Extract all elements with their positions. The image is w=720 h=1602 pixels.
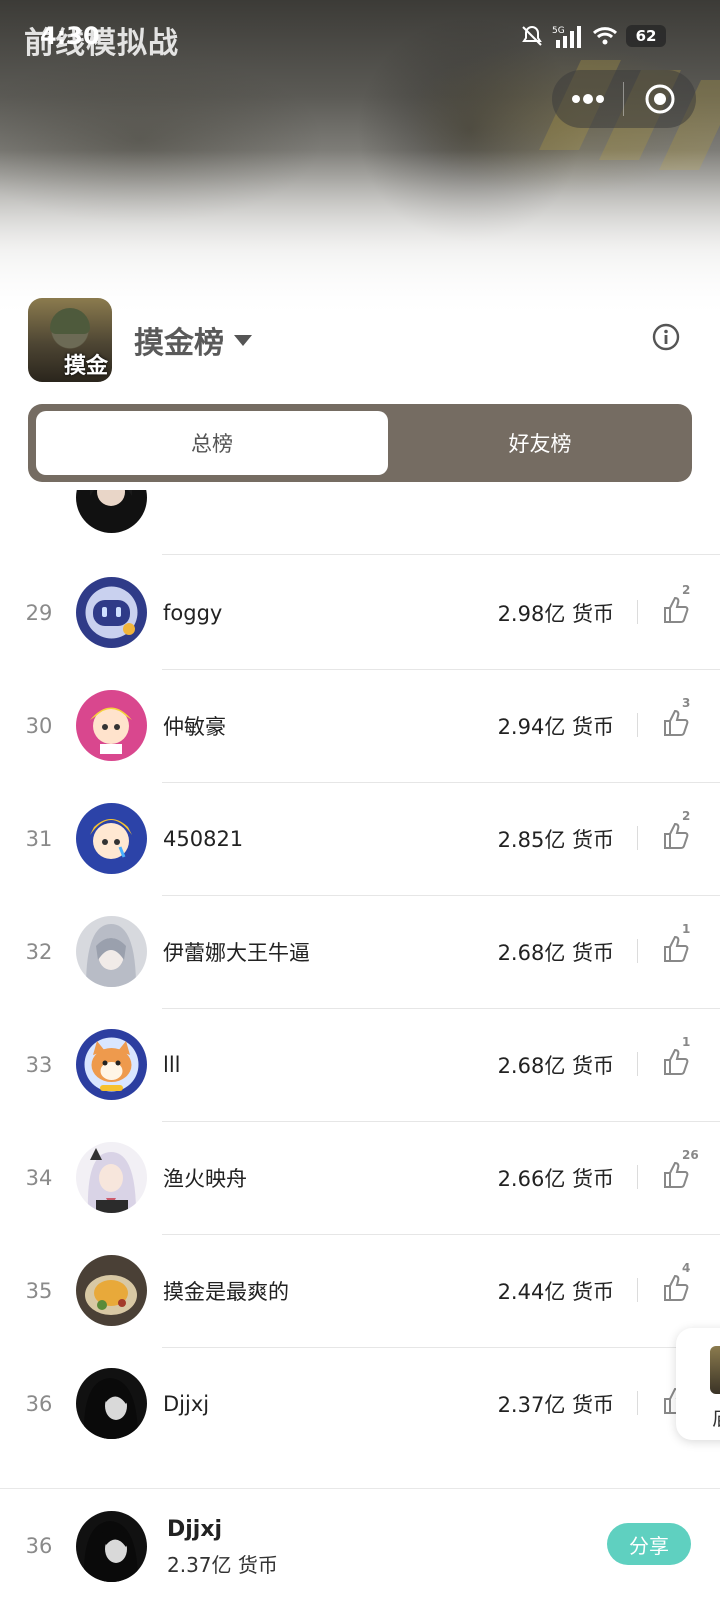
game-logo-text: 摸金 [63,354,108,379]
tab-overall[interactable]: 总榜 [36,411,388,475]
my-rank-bar: 36 Djjxj 2.37亿 货币 分享 [0,1488,720,1602]
leaderboard-row[interactable]: 31 450821 2.85亿 货币 2 [0,781,720,896]
leaderboard-row[interactable]: 34 渔火映舟 2.66亿 货币 26 [0,1120,720,1235]
user-score: 2.98亿 货币 [497,601,614,626]
rank-number: 29 [25,600,53,625]
thumbs-up-icon[interactable] [662,934,690,964]
score-divider [637,713,638,737]
user-score: 2.37亿 货币 [497,1392,614,1417]
like-count: 2 [682,583,691,597]
more-button[interactable] [552,70,623,128]
status-icons: 5G 62 [520,22,666,50]
user-avatar [76,577,147,648]
tab-friends[interactable]: 好友榜 [388,411,692,475]
close-button[interactable] [624,70,696,128]
leaderboard-row[interactable]: 32 伊蕾娜大王牛逼 2.68亿 货币 1 [0,894,720,1009]
leaderboard-tabs: 总榜 好友榜 [28,404,692,482]
thumbs-up-icon[interactable] [662,1047,690,1077]
rank-number: 32 [25,939,53,964]
rank-number: 35 [25,1278,53,1303]
score-divider [637,826,638,850]
score-divider [637,1165,638,1189]
user-score: 2.44亿 货币 [497,1279,614,1304]
user-avatar [76,690,147,761]
user-avatar [76,1029,147,1100]
user-avatar [76,916,147,987]
rank-number: 36 [25,1391,53,1416]
score-divider [637,600,638,624]
wifi-icon [592,27,618,45]
my-name: Djjxj [167,1517,223,1542]
rank-number: 31 [25,826,53,851]
user-score: 2.68亿 货币 [497,940,614,965]
like-count: 3 [682,696,691,710]
user-score: 2.85亿 货币 [497,827,614,852]
game-logo: 摸金 [28,298,112,382]
banner-fog [0,150,720,320]
caret-down-icon [234,334,252,346]
battery-level: 62 [635,27,657,45]
mini-program-capsule [552,70,696,128]
mute-bell-icon [522,25,542,46]
thumbs-up-icon[interactable] [662,708,690,738]
board-title: 摸金榜 [134,326,224,361]
user-name: 仲敏豪 [163,714,226,739]
thumbs-up-icon[interactable] [662,1273,690,1303]
rank-number: 34 [25,1165,53,1190]
battery-icon: 62 [626,25,666,47]
like-count: 1 [682,1035,691,1049]
thumbs-up-icon[interactable] [662,1160,690,1190]
like-count: 2 [682,809,691,823]
my-avatar [76,1511,147,1582]
user-name: Djjxj [163,1391,210,1416]
user-name: 伊蕾娜大王牛逼 [163,940,310,965]
leaderboard-row[interactable]: 33 lll 2.68亿 货币 1 [0,1007,720,1122]
like-count: 1 [682,922,691,936]
leaderboard-row[interactable]: 30 仲敏豪 2.94亿 货币 3 [0,668,720,783]
info-icon[interactable] [652,323,680,351]
score-divider [637,939,638,963]
leaderboard-row[interactable] [0,490,720,555]
network-label: 5G [552,26,565,36]
my-rank-number: 36 [25,1533,53,1558]
user-score: 2.66亿 货币 [497,1166,614,1191]
user-avatar [76,490,147,533]
score-divider [637,1278,638,1302]
soldier-helmet [50,308,90,334]
close-target-icon [645,84,675,114]
score-divider [637,1052,638,1076]
thumbs-up-icon[interactable] [662,595,690,625]
leaderboard-row[interactable]: 35 摸金是最爽的 2.44亿 货币 4 [0,1233,720,1348]
like-count: 26 [682,1148,699,1162]
rank-number: 33 [25,1052,53,1077]
board-selector[interactable]: 摸金榜 [134,318,252,362]
user-name: 渔火映舟 [163,1166,247,1191]
more-dots-icon [571,94,604,104]
signal-icon: 5G [552,26,581,48]
floating-card-label: 庙 [712,1402,720,1431]
user-avatar [76,1255,147,1326]
my-score: 2.37亿 货币 [167,1553,278,1577]
user-name: 摸金是最爽的 [163,1279,289,1304]
leaderboard-row[interactable]: 29 foggy 2.98亿 货币 2 [0,555,720,670]
share-button[interactable]: 分享 [607,1523,691,1565]
user-score: 2.94亿 货币 [497,714,614,739]
score-divider [637,1391,638,1415]
user-score: 2.68亿 货币 [497,1053,614,1078]
floating-game-card[interactable]: 庙 [676,1328,720,1440]
leaderboard-list[interactable]: 29 foggy 2.98亿 货币 2 30 仲敏豪 2.94亿 货币 3 31… [0,490,720,1488]
user-avatar [76,1142,147,1213]
leaderboard-row[interactable]: 36 Djjxj 2.37亿 货币 [0,1346,720,1461]
rank-number: 30 [25,713,53,738]
user-avatar [76,803,147,874]
user-avatar [76,1368,147,1439]
thumbs-up-icon[interactable] [662,821,690,851]
status-time: 4:30 [40,22,100,50]
user-name: foggy [163,600,223,625]
like-count: 4 [682,1261,691,1275]
user-name: 450821 [163,826,244,851]
game-thumbnail [710,1346,720,1394]
user-name: lll [163,1052,181,1077]
